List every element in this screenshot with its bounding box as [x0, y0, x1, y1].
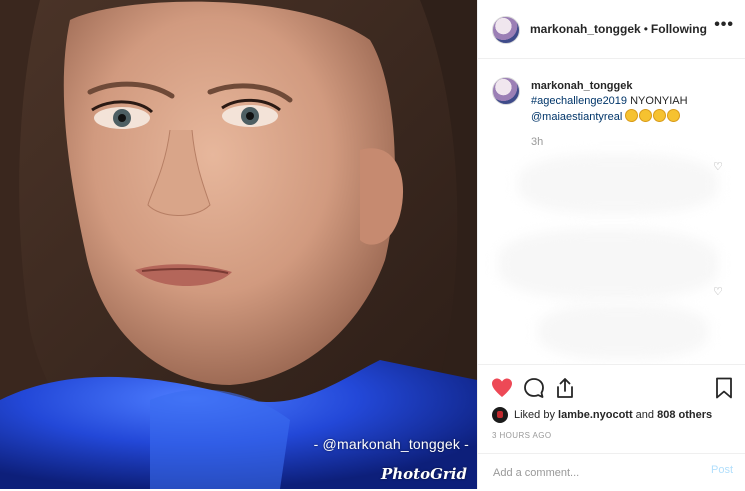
- blurred-comment: [518, 154, 718, 214]
- author-avatar[interactable]: [492, 16, 520, 44]
- caption-time: 3h: [531, 136, 544, 148]
- liked-by-row: Liked by lambe.nyocott and 808 others: [492, 407, 712, 423]
- caption-avatar[interactable]: [492, 77, 520, 105]
- rofl-emoji-icon: [667, 109, 681, 122]
- caption-body: NYONYIAH: [627, 95, 688, 107]
- liker-avatar[interactable]: [492, 407, 508, 423]
- caption-text: markonah_tonggek #agechallenge2019 NYONYI…: [531, 79, 731, 125]
- post-photo[interactable]: - @markonah_tonggek - PhotoGrid: [0, 0, 477, 489]
- rofl-emoji-icon: [625, 109, 639, 122]
- following-button[interactable]: Following: [651, 22, 707, 36]
- like-heart-icon[interactable]: [490, 376, 514, 400]
- author-username-link[interactable]: markonah_tonggek: [530, 22, 641, 36]
- watermark-brand: PhotoGrid: [380, 465, 467, 483]
- post-side-panel: markonah_tonggek • Following ••• markonah_…: [477, 0, 745, 489]
- blurred-comment: [498, 229, 718, 299]
- rofl-emoji-icon: [653, 109, 667, 122]
- post-date: 3 HOURS AGO: [492, 431, 552, 440]
- blurred-comment: [538, 304, 708, 359]
- post-actions: Liked by lambe.nyocott and 808 others 3 …: [478, 364, 745, 490]
- emoji-group: [625, 109, 681, 123]
- rofl-emoji-icon: [639, 109, 653, 122]
- post-comment-button[interactable]: Post: [711, 464, 733, 476]
- bookmark-icon[interactable]: [712, 376, 736, 400]
- liked-by-prefix: Liked by: [514, 409, 555, 421]
- comment-like-icon[interactable]: ♡: [713, 162, 724, 173]
- header-separator: •: [643, 22, 648, 36]
- comment-bar: Post: [478, 453, 745, 491]
- hashtag-link[interactable]: #agechallenge2019: [531, 95, 627, 107]
- mention-link[interactable]: @maiaestiantyreal: [531, 111, 622, 123]
- post-header: markonah_tonggek • Following •••: [478, 0, 745, 59]
- portrait-image: [0, 0, 477, 489]
- share-icon[interactable]: [553, 376, 577, 400]
- comment-like-icon[interactable]: ♡: [713, 287, 724, 298]
- more-options-icon[interactable]: •••: [714, 16, 734, 34]
- comment-icon[interactable]: [522, 376, 546, 400]
- watermark-handle: - @markonah_tonggek -: [313, 436, 469, 452]
- liker-username-link[interactable]: lambe.nyocott: [558, 409, 633, 421]
- others-count-link[interactable]: 808 others: [657, 409, 712, 421]
- comments-area[interactable]: markonah_tonggek #agechallenge2019 NYONYI…: [478, 59, 745, 364]
- header-user-line: markonah_tonggek • Following: [530, 22, 707, 36]
- comment-input[interactable]: [491, 463, 695, 483]
- liked-by-and: and: [632, 409, 658, 421]
- caption-username[interactable]: markonah_tonggek: [531, 79, 731, 94]
